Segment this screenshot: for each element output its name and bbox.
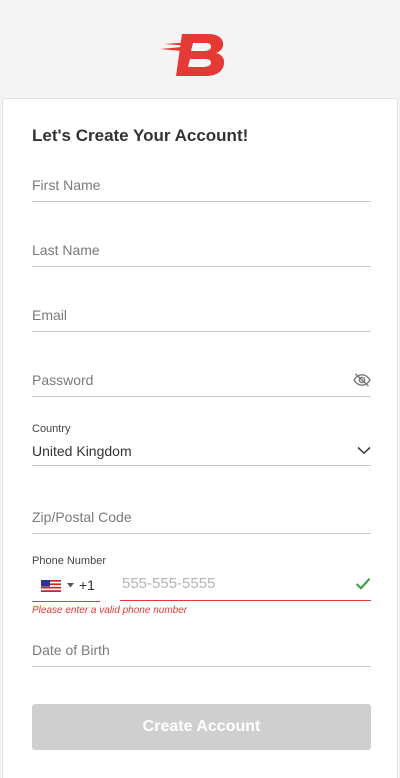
- date-of-birth-field[interactable]: Date of Birth: [32, 640, 371, 667]
- first-name-placeholder: First Name: [32, 177, 101, 193]
- create-account-button[interactable]: Create Account: [32, 704, 371, 750]
- last-name-field[interactable]: Last Name: [32, 240, 371, 267]
- us-flag-icon: [41, 580, 61, 592]
- chevron-down-icon[interactable]: [357, 446, 371, 455]
- country-label: Country: [32, 423, 71, 435]
- email-field[interactable]: Email: [32, 305, 371, 332]
- phone-input[interactable]: 555-555-5555: [120, 573, 371, 601]
- zip-placeholder: Zip/Postal Code: [32, 509, 132, 525]
- eye-slash-icon[interactable]: [353, 372, 371, 388]
- email-placeholder: Email: [32, 307, 68, 323]
- checkmark-icon: [355, 578, 371, 590]
- first-name-field[interactable]: First Name: [32, 175, 371, 202]
- date-of-birth-placeholder: Date of Birth: [32, 642, 110, 658]
- password-field[interactable]: Password: [32, 370, 371, 397]
- country-select[interactable]: Country United Kingdom: [32, 421, 371, 466]
- zip-field[interactable]: Zip/Postal Code: [32, 507, 371, 534]
- phone-placeholder: 555-555-5555: [122, 575, 216, 592]
- app-header: [0, 0, 400, 98]
- country-value: United Kingdom: [32, 443, 132, 459]
- caret-down-icon: [67, 583, 74, 588]
- phone-code-underline: [32, 600, 100, 602]
- password-placeholder: Password: [32, 372, 94, 388]
- last-name-placeholder: Last Name: [32, 242, 100, 258]
- phone-label: Phone Number: [32, 555, 106, 567]
- signup-card: Let's Create Your Account! First Name La…: [2, 98, 398, 778]
- phone-dial-code: +1: [79, 577, 95, 593]
- brand-logo: [160, 34, 225, 76]
- phone-error-message: Please enter a valid phone number: [32, 605, 188, 616]
- phone-country-code-select[interactable]: +1: [32, 573, 100, 601]
- form-title: Let's Create Your Account!: [32, 126, 249, 145]
